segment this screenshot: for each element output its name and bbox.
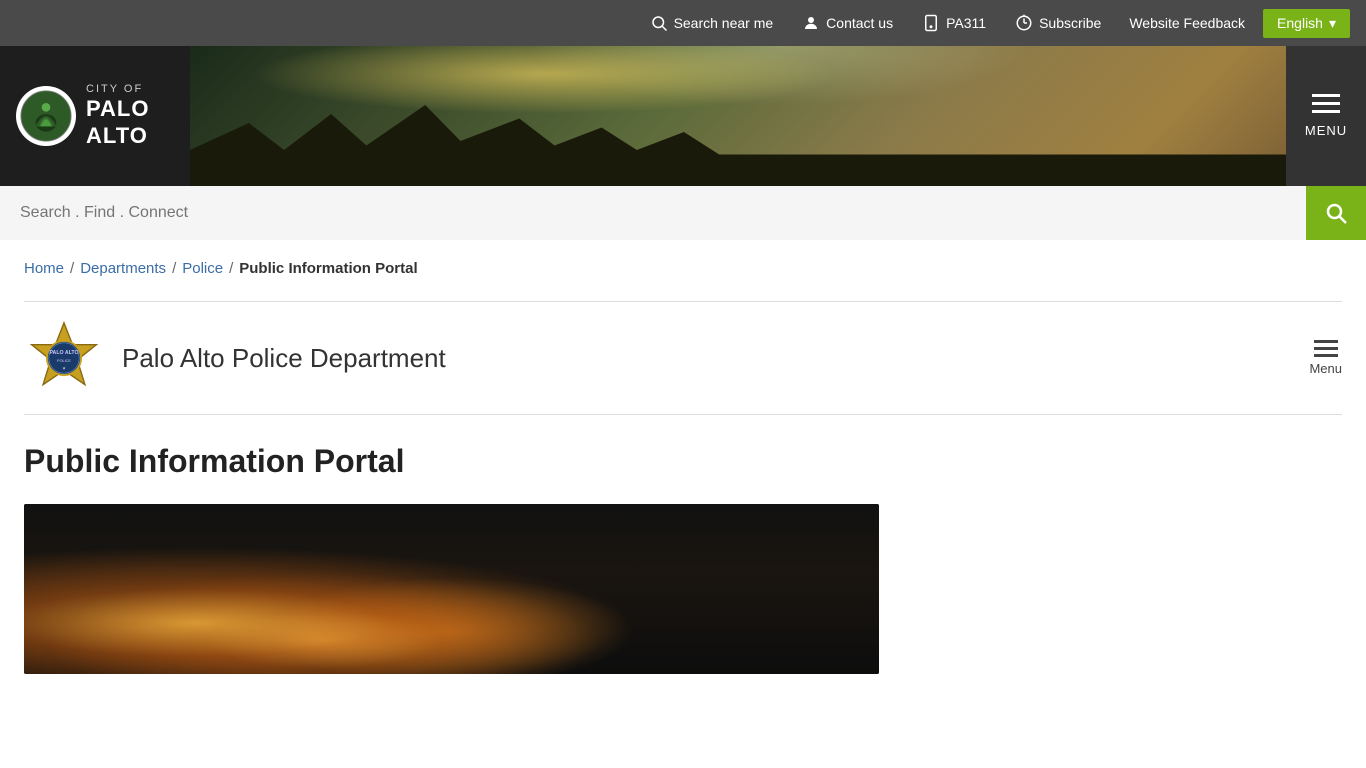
pa311-label: PA311 (946, 15, 986, 31)
dept-hamburger-icon (1314, 340, 1338, 357)
breadcrumb-sep-2: / (172, 260, 176, 277)
pa311-link[interactable]: PA311 (911, 0, 996, 46)
logo-circle (16, 86, 76, 146)
contact-icon (801, 13, 821, 33)
search-near-me-label: Search near me (674, 15, 774, 31)
svg-text:★: ★ (62, 366, 66, 370)
breadcrumb-sep-3: / (229, 260, 233, 277)
city-logo-icon (20, 90, 72, 142)
breadcrumb-police[interactable]: Police (182, 260, 223, 277)
language-label: English (1277, 15, 1323, 31)
police-badge: PALO ALTO POLICE ★ (24, 318, 104, 398)
breadcrumb-sep-1: / (70, 260, 74, 277)
dept-left: PALO ALTO POLICE ★ Palo Alto Police Depa… (24, 318, 446, 398)
content-area: Home / Departments / Police / Public Inf… (0, 240, 1366, 674)
hamburger-icon (1312, 94, 1340, 113)
breadcrumb-home[interactable]: Home (24, 260, 64, 277)
page-title: Public Information Portal (24, 443, 1342, 480)
subscribe-label: Subscribe (1039, 15, 1101, 31)
breadcrumb-departments[interactable]: Departments (80, 260, 166, 277)
subscribe-icon (1014, 13, 1034, 33)
contact-us-label: Contact us (826, 15, 893, 31)
website-feedback-link[interactable]: Website Feedback (1119, 0, 1255, 46)
hero-image (190, 46, 1366, 186)
department-menu-button[interactable]: Menu (1309, 340, 1342, 376)
search-button[interactable] (1306, 186, 1366, 240)
subscribe-link[interactable]: Subscribe (1004, 0, 1111, 46)
department-name: Palo Alto Police Department (122, 343, 446, 374)
main-menu-button[interactable]: MENU (1286, 46, 1366, 186)
search-near-me-link[interactable]: Search near me (639, 0, 784, 46)
svg-text:PALO ALTO: PALO ALTO (49, 350, 78, 356)
chevron-down-icon: ▾ (1329, 15, 1336, 32)
search-bar (0, 186, 1366, 240)
police-badge-icon: PALO ALTO POLICE ★ (26, 320, 102, 396)
city-of-label: CITY OF (86, 83, 174, 96)
search-near-me-icon (649, 13, 669, 33)
breadcrumb-current: Public Information Portal (239, 260, 417, 277)
search-input[interactable] (0, 186, 1306, 240)
site-logo-text: CITY OF PALO ALTO (86, 83, 174, 149)
website-feedback-label: Website Feedback (1129, 15, 1245, 31)
utility-bar: Search near me Contact us PA311 Subscrib… (0, 0, 1366, 46)
palo-alto-label: PALO ALTO (86, 96, 174, 149)
site-header: CITY OF PALO ALTO MENU (0, 46, 1366, 186)
menu-label: MENU (1305, 123, 1347, 138)
contact-us-link[interactable]: Contact us (791, 0, 903, 46)
department-header: PALO ALTO POLICE ★ Palo Alto Police Depa… (24, 301, 1342, 415)
dept-menu-label: Menu (1309, 361, 1342, 376)
svg-text:POLICE: POLICE (57, 359, 71, 363)
language-button[interactable]: English ▾ (1263, 9, 1350, 38)
pa311-icon (921, 13, 941, 33)
logo-area: CITY OF PALO ALTO (0, 46, 190, 186)
preview-image (24, 504, 879, 674)
search-icon (1324, 201, 1348, 225)
breadcrumb: Home / Departments / Police / Public Inf… (24, 260, 1342, 277)
